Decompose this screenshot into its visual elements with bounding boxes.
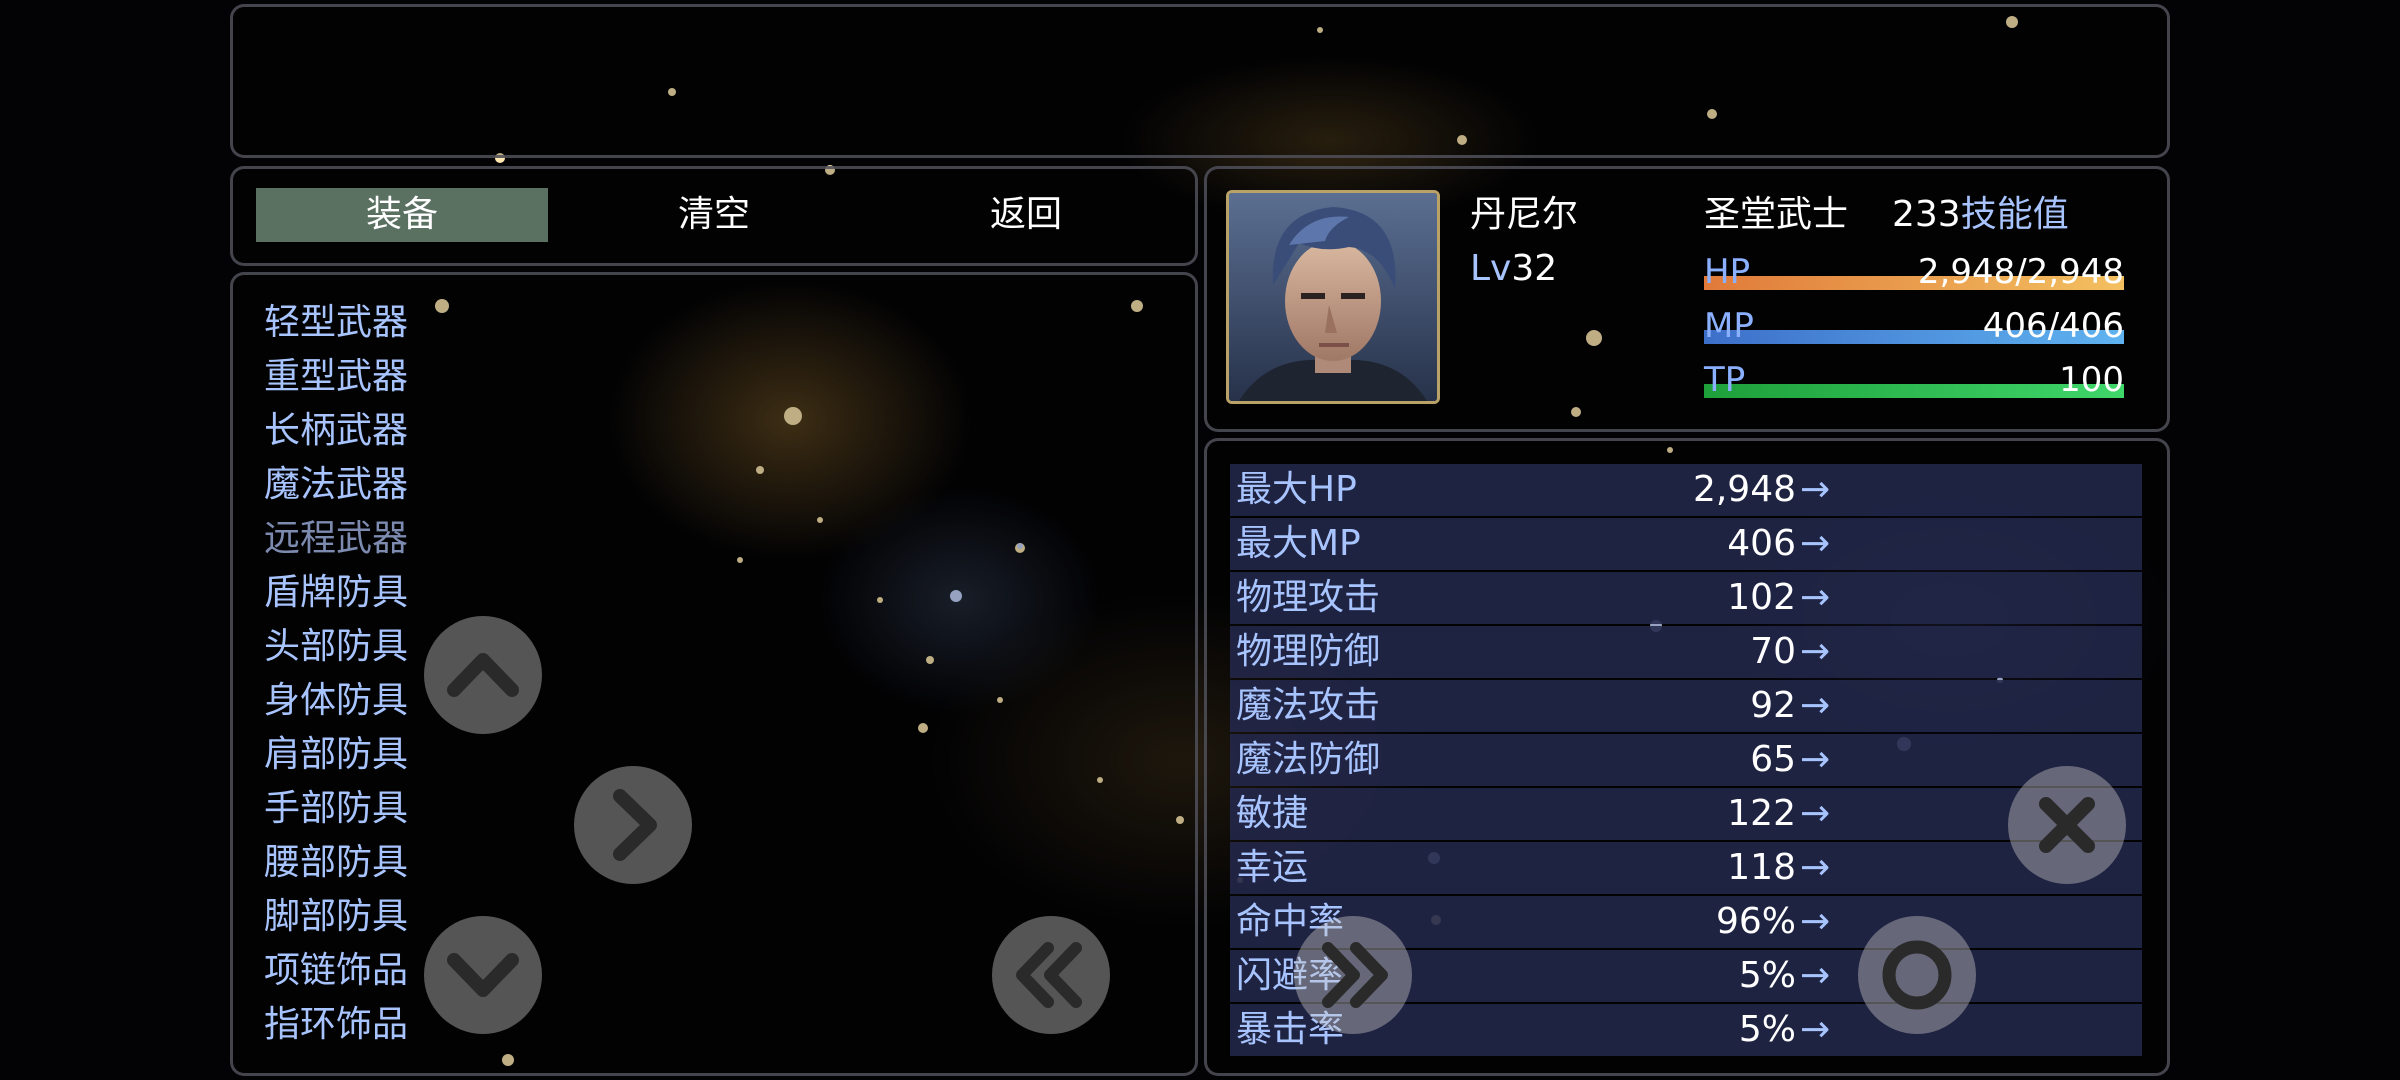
help-window	[230, 4, 2170, 158]
slot-item[interactable]: 项链饰品	[264, 944, 408, 998]
stat-name-magic-attack: 魔法攻击	[1236, 685, 1381, 726]
tp-label: TP	[1704, 360, 1746, 400]
stat-arrow: →	[1800, 469, 1831, 510]
slot-item[interactable]: 轻型武器	[264, 296, 408, 350]
stat-arrow: →	[1800, 955, 1831, 996]
stat-arrow: →	[1800, 523, 1831, 564]
hp-value: 2,948/2,948	[1917, 252, 2124, 292]
stat-value-max-hp: 2,948	[1692, 469, 1796, 510]
actor-class: 圣堂武士	[1704, 194, 1849, 235]
stat-name-luck: 幸运	[1236, 847, 1309, 888]
stat-name-magic-defense: 魔法防御	[1236, 739, 1381, 780]
actor-level: Lv32	[1470, 244, 1557, 294]
mp-label: MP	[1704, 306, 1754, 346]
double-chevron-left-icon	[1016, 942, 1082, 1008]
stat-name-defense: 物理防御	[1236, 631, 1381, 672]
stat-arrow: →	[1800, 847, 1831, 888]
slot-item[interactable]: 身体防具	[264, 674, 408, 728]
clear-command-label: 清空	[677, 194, 750, 235]
stat-value-evasion-rate: 5%	[1738, 955, 1796, 996]
actor-portrait	[1226, 190, 1440, 404]
slot-item[interactable]: 手部防具	[264, 782, 408, 836]
slot-item[interactable]: 长柄武器	[264, 404, 408, 458]
skill-points-value: 233	[1892, 194, 1961, 235]
skill-points-label: 技能值	[1960, 194, 2069, 235]
tp-value: 100	[2059, 360, 2124, 400]
ok-button[interactable]	[1858, 916, 1976, 1034]
circle-ok-icon	[1882, 940, 1952, 1010]
right-button[interactable]	[574, 766, 692, 884]
slot-item[interactable]: 头部防具	[264, 620, 408, 674]
close-icon	[2039, 797, 2095, 853]
stat-value-attack: 102	[1727, 577, 1796, 618]
hp-label: HP	[1704, 252, 1751, 292]
actor-name: 丹尼尔	[1470, 194, 1579, 235]
stat-value-defense: 70	[1750, 631, 1796, 672]
slot-item[interactable]: 腰部防具	[264, 836, 408, 890]
stat-arrow: →	[1800, 739, 1831, 780]
slot-item[interactable]: 肩部防具	[264, 728, 408, 782]
equip-command[interactable]: 装备	[256, 188, 548, 242]
stat-value-luck: 118	[1727, 847, 1796, 888]
stat-arrow: →	[1800, 631, 1831, 672]
slot-item[interactable]: 脚部防具	[264, 890, 408, 944]
stat-name-agility: 敏捷	[1236, 793, 1309, 834]
chevron-up-icon	[447, 653, 519, 697]
stat-name-max-hp: 最大HP	[1236, 469, 1357, 510]
back-command-label: 返回	[989, 194, 1062, 235]
level-value: 32	[1511, 248, 1558, 289]
stat-arrow: →	[1800, 901, 1831, 942]
portrait-man-blue-hair-icon	[1229, 193, 1437, 401]
page-down-button[interactable]	[1294, 916, 1412, 1034]
slot-item[interactable]: 魔法武器	[264, 458, 408, 512]
stat-value-max-mp: 406	[1727, 523, 1796, 564]
stat-value-magic-defense: 65	[1750, 739, 1796, 780]
stat-name-max-mp: 最大MP	[1236, 523, 1361, 564]
level-label: Lv	[1470, 248, 1512, 289]
slot-item[interactable]: 远程武器	[264, 512, 408, 566]
stat-arrow: →	[1800, 793, 1831, 834]
mp-value: 406/406	[1982, 306, 2124, 346]
up-button[interactable]	[424, 616, 542, 734]
stat-name-attack: 物理攻击	[1236, 577, 1381, 618]
clear-command[interactable]: 清空	[568, 188, 860, 242]
double-chevron-right-icon	[1322, 942, 1388, 1008]
stat-arrow: →	[1800, 1009, 1831, 1050]
slot-item[interactable]: 指环饰品	[264, 998, 408, 1052]
skill-points: 233技能值	[1892, 190, 2069, 240]
down-button[interactable]	[424, 916, 542, 1034]
stat-value-magic-attack: 92	[1750, 685, 1796, 726]
back-command[interactable]: 返回	[880, 188, 1172, 242]
chevron-down-icon	[447, 953, 519, 997]
stat-value-critical-rate: 5%	[1738, 1009, 1796, 1050]
stat-arrow: →	[1800, 685, 1831, 726]
stat-value-agility: 122	[1727, 793, 1796, 834]
slot-item[interactable]: 重型武器	[264, 350, 408, 404]
equip-command-label: 装备	[365, 194, 438, 235]
stat-arrow: →	[1800, 577, 1831, 618]
cancel-button[interactable]	[2008, 766, 2126, 884]
slot-item[interactable]: 盾牌防具	[264, 566, 408, 620]
chevron-right-icon	[613, 789, 657, 861]
stat-value-hit-rate: 96%	[1715, 901, 1796, 942]
page-up-button[interactable]	[992, 916, 1110, 1034]
